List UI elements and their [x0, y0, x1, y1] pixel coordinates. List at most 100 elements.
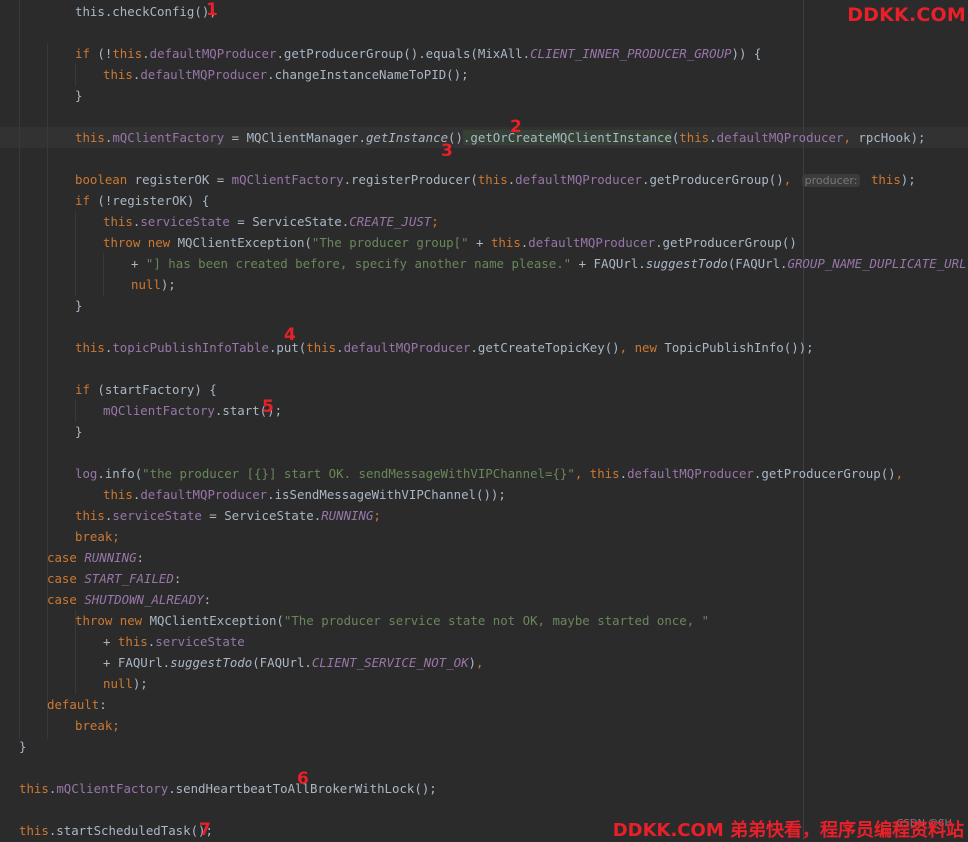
- code-token: this: [19, 823, 49, 838]
- code-token: "The producer group[": [311, 235, 469, 250]
- code-token: boolean: [75, 172, 128, 187]
- code-token: )) {: [731, 46, 762, 61]
- code-line[interactable]: if (!registerOK) {: [75, 190, 209, 211]
- code-token: this: [75, 340, 105, 355]
- code-token: serviceState: [155, 634, 245, 649]
- code-token: START_FAILED: [84, 571, 174, 586]
- code-token: topicPublishInfoTable: [112, 340, 269, 355]
- code-token: log: [75, 466, 98, 481]
- code-token: + FAQUrl.: [103, 655, 171, 670]
- code-line[interactable]: break;: [75, 526, 120, 547]
- code-line[interactable]: break;: [75, 715, 120, 736]
- code-token: if: [75, 46, 90, 61]
- code-line[interactable]: + FAQUrl.suggestTodo(FAQUrl.CLIENT_SERVI…: [103, 652, 483, 673]
- code-token: .: [336, 340, 344, 355]
- code-token: .: [619, 466, 628, 481]
- code-line[interactable]: }: [19, 736, 26, 757]
- code-line[interactable]: if (!this.defaultMQProducer.getProducerG…: [75, 43, 761, 64]
- code-token: null: [103, 676, 133, 691]
- code-token: :: [203, 592, 212, 607]
- code-line[interactable]: this.defaultMQProducer.isSendMessageWith…: [103, 484, 506, 505]
- code-token: break;: [75, 718, 120, 733]
- code-line[interactable]: mQClientFactory.start();: [103, 400, 282, 421]
- code-token: this: [870, 172, 901, 187]
- code-token: .: [709, 130, 717, 145]
- code-token: +: [131, 256, 146, 271]
- code-token: getInstance: [365, 130, 449, 145]
- code-token: = MQClientManager.: [224, 130, 366, 145]
- code-line[interactable]: throw new MQClientException("The produce…: [103, 232, 797, 253]
- code-line[interactable]: null);: [103, 673, 148, 694]
- code-token: "] has been created before, specify anot…: [145, 256, 572, 271]
- code-line[interactable]: log.info("the producer [{}] start OK. se…: [75, 463, 903, 484]
- code-token: .registerProducer(: [343, 172, 478, 187]
- code-line[interactable]: default:: [47, 694, 107, 715]
- code-line[interactable]: if (startFactory) {: [75, 379, 217, 400]
- code-token: }: [75, 424, 83, 439]
- annotation-marker-5: 5: [262, 397, 274, 417]
- code-token: = ServiceState.: [201, 508, 322, 523]
- code-line[interactable]: case SHUTDOWN_ALREADY:: [47, 589, 211, 610]
- code-line[interactable]: }: [75, 295, 82, 316]
- code-line[interactable]: case START_FAILED:: [47, 568, 181, 589]
- code-line[interactable]: this.serviceState = ServiceState.RUNNING…: [75, 505, 381, 526]
- annotation-marker-2: 2: [510, 117, 522, 137]
- code-line[interactable]: this.serviceState = ServiceState.CREATE_…: [103, 211, 439, 232]
- code-token: case: [47, 550, 77, 565]
- code-token: suggestTodo: [645, 256, 728, 271]
- code-token: );: [900, 172, 916, 187]
- code-token: defaultMQProducer: [716, 130, 844, 145]
- code-token: :: [173, 571, 182, 586]
- code-token: .isSendMessageWithVIPChannel());: [267, 487, 506, 502]
- code-line[interactable]: null);: [131, 274, 176, 295]
- code-token: "The producer service state not OK, mayb…: [283, 613, 710, 628]
- code-token: .getCreateTopicKey(): [470, 340, 620, 355]
- code-token: (startFactory) {: [89, 382, 217, 397]
- code-token: ,: [843, 130, 851, 145]
- code-token: this: [490, 235, 521, 250]
- code-token: (!registerOK) {: [89, 193, 210, 208]
- code-line[interactable]: case RUNNING:: [47, 547, 144, 568]
- code-token: mQClientFactory: [56, 781, 169, 796]
- code-token: .getOrCreateMQClientInstance: [462, 130, 672, 145]
- code-editor[interactable]: this.checkConfig(); if (!this.defaultMQPr…: [0, 0, 968, 840]
- code-line[interactable]: throw new MQClientException("The produce…: [75, 610, 709, 631]
- code-token: TopicPublishInfo());: [656, 340, 814, 355]
- code-token: .getProducerGroup(): [641, 172, 784, 187]
- indent-guide: [103, 253, 104, 296]
- annotation-marker-7: 7: [199, 820, 211, 840]
- code-token: defaultMQProducer: [343, 340, 471, 355]
- indent-guide: [75, 400, 76, 422]
- code-token: defaultMQProducer: [627, 466, 754, 481]
- code-token: "the producer [{}] start OK. sendMessage…: [142, 466, 575, 481]
- code-token: ,: [476, 655, 484, 670]
- code-token: (FAQUrl.: [727, 256, 788, 271]
- code-token: }: [75, 298, 83, 313]
- code-token: break;: [75, 529, 120, 544]
- code-line[interactable]: this.checkConfig();: [75, 1, 217, 22]
- code-line[interactable]: this.defaultMQProducer.changeInstanceNam…: [103, 64, 469, 85]
- code-line[interactable]: }: [75, 85, 82, 106]
- code-token: this: [679, 130, 710, 145]
- code-token: throw new: [75, 613, 143, 628]
- code-line[interactable]: this.topicPublishInfoTable.put(this.defa…: [75, 337, 814, 358]
- code-token: CLIENT_INNER_PRODUCER_GROUP: [530, 46, 732, 61]
- code-token: mQClientFactory: [103, 403, 215, 418]
- code-token: CLIENT_SERVICE_NOT_OK: [311, 655, 469, 670]
- code-line[interactable]: this.mQClientFactory.sendHeartbeatToAllB…: [19, 778, 437, 799]
- code-token: this: [306, 340, 337, 355]
- code-line[interactable]: this. mQClientFactory = MQClientManager.g…: [75, 127, 926, 148]
- code-line[interactable]: this.startScheduledTask();: [19, 820, 213, 841]
- code-token: this: [589, 466, 620, 481]
- code-token: defaultMQProducer: [515, 172, 642, 187]
- code-line[interactable]: boolean registerOK = mQClientFactory.reg…: [75, 169, 916, 190]
- code-line[interactable]: }: [75, 421, 82, 442]
- code-line[interactable]: + "] has been created before, specify an…: [131, 253, 968, 274]
- code-line[interactable]: + this.serviceState: [103, 631, 245, 652]
- code-token: = ServiceState.: [229, 214, 350, 229]
- code-token: this: [103, 214, 133, 229]
- annotation-marker-3: 3: [441, 141, 453, 161]
- indent-guide: [75, 211, 76, 296]
